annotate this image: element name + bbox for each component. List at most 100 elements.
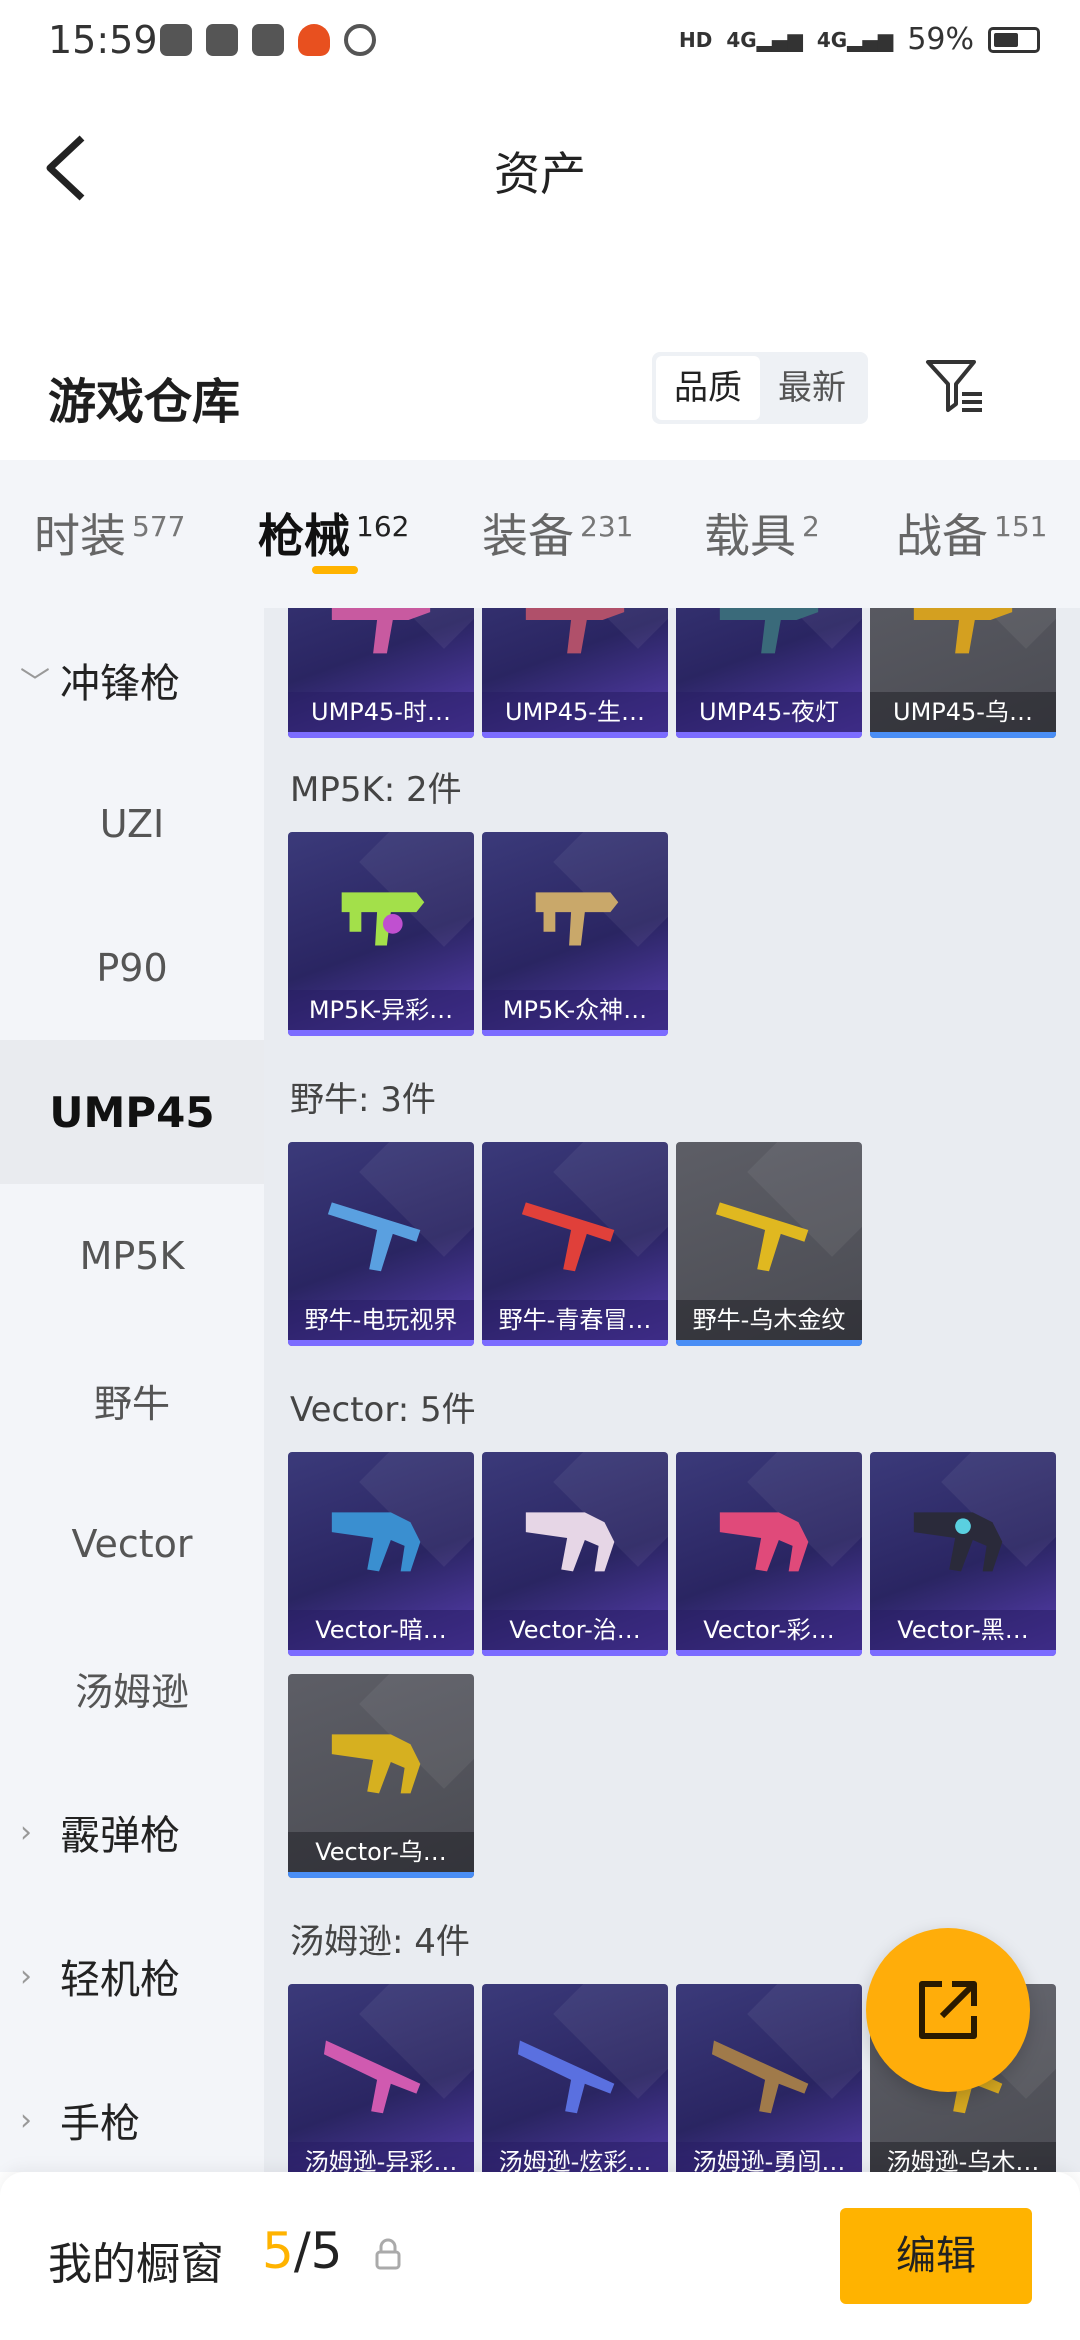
weapon-card[interactable]: 汤姆逊-炫彩…	[482, 1984, 668, 2172]
tab-count: 2	[802, 509, 820, 543]
rarity-stripe	[482, 1030, 668, 1036]
chevron-right-icon: ›	[20, 1814, 32, 1850]
pumpkin-icon	[298, 24, 330, 56]
notification-icons	[160, 24, 376, 56]
showcase-label: 我的橱窗	[48, 2239, 224, 2290]
rarity-stripe	[288, 1340, 474, 1346]
smg-icon	[719, 608, 819, 654]
weapon-card[interactable]: 野牛-电玩视界	[288, 1142, 474, 1346]
weapon-card[interactable]: MP5K-众神…	[482, 832, 668, 1036]
weapon-name: Vector-暗…	[288, 1610, 474, 1650]
hd-icon: HD	[679, 27, 713, 52]
tab-fashion[interactable]: 时装 577	[34, 500, 185, 566]
sort-newest-button[interactable]: 最新	[760, 356, 864, 420]
smg-icon	[331, 1512, 421, 1572]
mail-icon	[252, 24, 284, 56]
sidebar-group-shotgun[interactable]: › 霰弹枪	[0, 1760, 264, 1904]
edit-button[interactable]: 编辑	[840, 2208, 1032, 2304]
section-title-mp5k: MP5K: 2件	[290, 770, 462, 810]
weapon-name: 汤姆逊-炫彩…	[482, 2142, 668, 2172]
weapon-card[interactable]: UMP45-乌…	[870, 608, 1056, 738]
weapon-card[interactable]: UMP45-时…	[288, 608, 474, 738]
tab-equipment[interactable]: 装备 231	[482, 500, 633, 566]
sidebar-item-vector[interactable]: Vector	[0, 1472, 264, 1616]
weapon-sidebar: ﹀ 冲锋枪 UZI P90 UMP45 MP5K 野牛 Vector 汤姆逊 ›…	[0, 608, 264, 2172]
smg-icon	[521, 1202, 615, 1272]
status-time: 15:59	[48, 18, 158, 62]
smg-icon	[341, 892, 425, 946]
rarity-stripe	[288, 1650, 474, 1656]
sidebar-item-p90[interactable]: P90	[0, 896, 264, 1040]
sidebar-group-pistol[interactable]: › 手枪	[0, 2048, 264, 2172]
rarity-stripe	[482, 732, 668, 738]
tab-label: 枪械	[258, 509, 350, 563]
weapon-name: UMP45-生…	[482, 692, 668, 732]
tab-weapons[interactable]: 枪械 162	[258, 500, 409, 566]
sidebar-item-thompson[interactable]: 汤姆逊	[0, 1616, 264, 1760]
weapon-card[interactable]: 汤姆逊-异彩…	[288, 1984, 474, 2172]
sidebar-item-label: 轻机枪	[60, 1957, 180, 2003]
weapon-card[interactable]: UMP45-夜灯	[676, 608, 862, 738]
sidebar-item-mp5k[interactable]: MP5K	[0, 1184, 264, 1328]
sidebar-item-label: 霰弹枪	[60, 1813, 180, 1859]
title-bar: 资产	[0, 88, 1080, 248]
rarity-stripe	[482, 1340, 668, 1346]
signal-4g-icon: 4G▂▄▆	[726, 27, 803, 52]
sidebar-group-lmg[interactable]: › 轻机枪	[0, 1904, 264, 2048]
rarity-stripe	[288, 1030, 474, 1036]
filter-icon[interactable]	[922, 354, 986, 418]
weapon-name: UMP45-时…	[288, 692, 474, 732]
rarity-stripe	[870, 1650, 1056, 1656]
tab-label: 战备	[896, 509, 988, 563]
rarity-stripe	[288, 732, 474, 738]
warehouse-header: 游戏仓库 品质 最新	[0, 300, 1080, 460]
showcase-count: 5/5	[262, 2222, 342, 2280]
weapon-card[interactable]: Vector-彩…	[676, 1452, 862, 1656]
sidebar-item-bison[interactable]: 野牛	[0, 1328, 264, 1472]
battery-icon	[988, 26, 1040, 53]
tab-label: 载具	[704, 509, 796, 563]
smg-icon	[715, 1202, 809, 1272]
weapon-card[interactable]: MP5K-异彩…	[288, 832, 474, 1036]
active-tab-indicator	[312, 566, 358, 574]
smg-icon	[711, 2040, 809, 2114]
weapon-card[interactable]: Vector-暗…	[288, 1452, 474, 1656]
smg-icon	[327, 1202, 421, 1272]
tab-vehicles[interactable]: 载具 2	[704, 500, 820, 566]
signal-4g-2-icon: 4G▂▄▆	[816, 27, 894, 52]
weapon-card[interactable]: 野牛-乌木金纹	[676, 1142, 862, 1346]
weapon-name: MP5K-异彩…	[288, 990, 474, 1030]
weapon-name: UMP45-乌…	[870, 692, 1056, 732]
smg-icon	[331, 608, 431, 654]
tab-count: 162	[356, 509, 410, 543]
weapon-card[interactable]: 汤姆逊-勇闯…	[676, 1984, 862, 2172]
weapon-name: 野牛-乌木金纹	[676, 1300, 862, 1340]
chevron-right-icon: ›	[20, 1958, 32, 1994]
smg-icon	[535, 892, 619, 946]
rarity-stripe	[870, 732, 1056, 738]
app-icon	[206, 24, 238, 56]
weapon-card[interactable]: Vector-乌…	[288, 1674, 474, 1878]
rarity-stripe	[676, 1650, 862, 1656]
rarity-stripe	[288, 1872, 474, 1878]
smg-icon	[331, 1734, 421, 1794]
sidebar-item-uzi[interactable]: UZI	[0, 752, 264, 896]
tab-supplies[interactable]: 战备 151	[896, 500, 1047, 566]
weapon-card[interactable]: 野牛-青春冒…	[482, 1142, 668, 1346]
weapon-name: UMP45-夜灯	[676, 692, 862, 732]
tab-count: 151	[994, 509, 1048, 543]
share-button[interactable]	[866, 1928, 1030, 2092]
weapon-card[interactable]: Vector-黑…	[870, 1452, 1056, 1656]
category-tabs: 时装 577 枪械 162 装备 231 载具 2 战备 151	[0, 460, 1080, 608]
weapon-card[interactable]: UMP45-生…	[482, 608, 668, 738]
section-title-vector: Vector: 5件	[290, 1390, 476, 1430]
sort-quality-button[interactable]: 品质	[656, 356, 760, 420]
sidebar-group-smg[interactable]: ﹀ 冲锋枪	[0, 608, 264, 752]
weapon-name: 汤姆逊-勇闯…	[676, 2142, 862, 2172]
sidebar-item-ump45[interactable]: UMP45	[0, 1040, 264, 1184]
sort-toggle: 品质 最新	[652, 352, 868, 424]
smg-icon	[719, 1512, 809, 1572]
sidebar-item-label: 手枪	[60, 2101, 140, 2147]
weapon-card[interactable]: Vector-治…	[482, 1452, 668, 1656]
weapon-name: Vector-治…	[482, 1610, 668, 1650]
